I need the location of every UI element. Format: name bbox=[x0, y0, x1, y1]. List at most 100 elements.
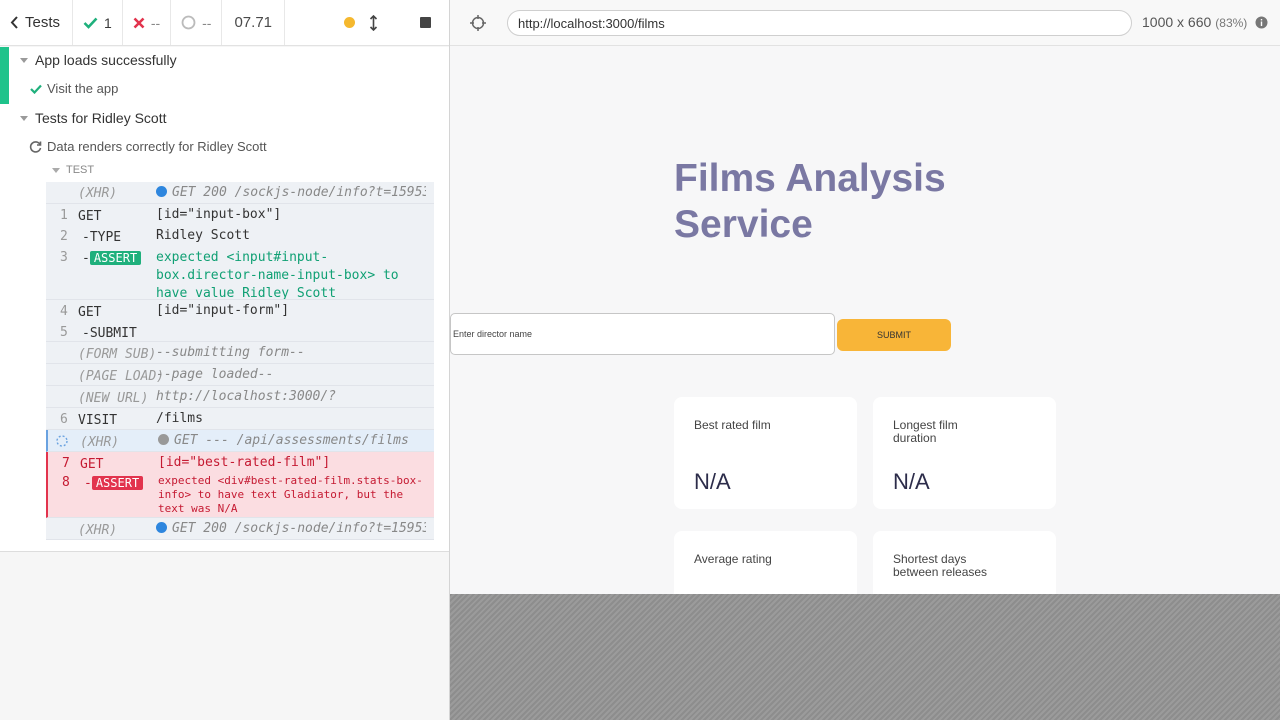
caret-down-icon bbox=[52, 167, 60, 173]
xhr-text: GET 200 /sockjs-node/info?t=159535… bbox=[172, 521, 426, 536]
command-row[interactable]: 8 - ASSERT expected <div#best-rated-film.… bbox=[48, 471, 434, 517]
command-number: 6 bbox=[60, 412, 68, 427]
command-row[interactable]: 4 GET [id="input-form"] bbox=[46, 300, 434, 321]
suite-pass-bar bbox=[0, 47, 9, 104]
stat-value: N/A bbox=[893, 469, 930, 494]
submit-button[interactable]: SUBMIT bbox=[837, 319, 951, 351]
command-number: 4 bbox=[60, 304, 68, 319]
stat-label: Shortest days between releases bbox=[893, 552, 988, 579]
command-row[interactable]: (FORM SUB) --submitting form-- bbox=[46, 342, 434, 364]
command-dash: - bbox=[82, 251, 90, 266]
command-number: 2 bbox=[60, 229, 68, 244]
command-name: (XHR) bbox=[78, 523, 118, 538]
command-row[interactable]: 7 GET [id="best-rated-film"] bbox=[48, 452, 434, 473]
reporter-panel: Tests 1 -- -- 07.71 App loads successful… bbox=[0, 0, 450, 720]
command-number: 1 bbox=[60, 208, 68, 223]
reporter-header: Tests 1 -- -- 07.71 bbox=[0, 0, 449, 46]
stat-card-shortest: Shortest days between releases bbox=[873, 531, 1056, 594]
pending-count: -- bbox=[202, 14, 212, 31]
command-row[interactable]: 2 -TYPE Ridley Scott bbox=[46, 225, 434, 246]
test-row[interactable]: Data renders correctly for Ridley Scott bbox=[29, 139, 267, 154]
command-name: -TYPE bbox=[82, 230, 122, 245]
command-number: 7 bbox=[62, 456, 70, 471]
suite-title-row[interactable]: Tests for Ridley Scott bbox=[20, 110, 167, 126]
test-title: Data renders correctly for Ridley Scott bbox=[47, 139, 267, 154]
command-log: (XHR) GET 200 /sockjs-node/info?t=159535… bbox=[46, 182, 434, 540]
command-message: --page loaded-- bbox=[156, 367, 274, 382]
running-indicator bbox=[344, 17, 355, 28]
command-row[interactable]: 6 VISIT /films bbox=[46, 408, 434, 430]
stat-card-average: Average rating bbox=[674, 531, 857, 594]
assert-text: expected bbox=[158, 474, 211, 487]
tests-button[interactable]: Tests bbox=[0, 0, 74, 45]
suite-title-row[interactable]: App loads successfully bbox=[20, 52, 177, 68]
app-iframe: Films Analysis Service SUBMIT Best rated… bbox=[450, 46, 1280, 594]
stat-label: Best rated film bbox=[694, 418, 771, 432]
refresh-icon bbox=[29, 141, 42, 153]
assert-value: N/A bbox=[217, 502, 238, 515]
test-section-header[interactable]: TEST bbox=[52, 164, 94, 176]
reporter-controls bbox=[285, 0, 449, 45]
command-message: [id="input-form"] bbox=[156, 303, 290, 318]
spinner-icon bbox=[181, 15, 196, 30]
command-name: (XHR) bbox=[80, 435, 120, 450]
info-icon[interactable] bbox=[1255, 16, 1268, 29]
reporter-body: App loads successfully Visit the app Tes… bbox=[0, 47, 449, 552]
command-name: VISIT bbox=[78, 413, 118, 428]
command-name: (PAGE LOAD) bbox=[78, 369, 165, 384]
suite-title: Tests for Ridley Scott bbox=[35, 110, 167, 126]
command-row[interactable]: (XHR) GET 200 /sockjs-node/info?t=159535… bbox=[46, 182, 434, 204]
test-row[interactable]: Visit the app bbox=[30, 81, 118, 96]
command-message: expected <div#best-rated-film.stats-box-… bbox=[158, 474, 426, 516]
command-name: (FORM SUB) bbox=[78, 347, 157, 362]
crosshair-icon[interactable] bbox=[470, 15, 486, 31]
pending-stat: -- bbox=[171, 0, 223, 45]
stop-icon[interactable] bbox=[420, 17, 431, 28]
caret-down-icon bbox=[20, 57, 28, 63]
aut-header: http://localhost:3000/films 1000 x 660 (8… bbox=[450, 0, 1280, 46]
command-message: GET 200 /sockjs-node/info?t=159535… bbox=[156, 185, 426, 200]
command-message: [id="best-rated-film"] bbox=[158, 455, 331, 470]
assert-value: Gladiator bbox=[283, 488, 344, 501]
command-name: - ASSERT bbox=[82, 251, 142, 266]
command-row[interactable]: 1 GET [id="input-box"] bbox=[46, 204, 434, 225]
command-message: Ridley Scott bbox=[156, 228, 250, 243]
command-name: (XHR) bbox=[78, 186, 118, 201]
suite-title: App loads successfully bbox=[35, 52, 177, 68]
url-bar[interactable]: http://localhost:3000/films bbox=[507, 10, 1132, 36]
updown-arrow-icon[interactable] bbox=[369, 14, 378, 31]
test-section-label: TEST bbox=[66, 164, 95, 176]
command-message: GET 200 /sockjs-node/info?t=159535… bbox=[156, 521, 426, 536]
viewport-size: 1000 x 660 bbox=[1142, 14, 1212, 30]
director-input[interactable] bbox=[450, 313, 835, 355]
tests-label: Tests bbox=[25, 14, 61, 31]
command-message: --submitting form-- bbox=[156, 345, 305, 360]
command-number: 8 bbox=[62, 475, 70, 490]
spinner-icon bbox=[56, 435, 68, 447]
command-row[interactable]: (NEW URL) http://localhost:3000/? bbox=[46, 386, 434, 408]
command-row[interactable]: (PAGE LOAD) --page loaded-- bbox=[46, 364, 434, 386]
command-message: expected <input#input-box.director-name-… bbox=[156, 249, 426, 303]
passed-count: 1 bbox=[104, 14, 112, 31]
failed-stat: -- bbox=[123, 0, 172, 45]
xhr-text: GET --- /api/assessments/films bbox=[174, 433, 409, 448]
assert-badge: ASSERT bbox=[91, 476, 144, 490]
command-number: 5 bbox=[60, 325, 68, 340]
command-row[interactable]: (XHR) GET 200 /sockjs-node/info?t=159535… bbox=[46, 518, 434, 540]
command-row[interactable]: (XHR) GET --- /api/assessments/films bbox=[46, 430, 434, 452]
viewport-info: 1000 x 660 (83%) bbox=[1142, 14, 1268, 30]
command-name: GET bbox=[78, 305, 102, 320]
command-row[interactable]: 5 -SUBMIT bbox=[46, 321, 434, 342]
command-name: GET bbox=[80, 457, 104, 472]
command-row[interactable]: 3 - ASSERT expected <input#input-box.dire… bbox=[46, 246, 434, 301]
stat-card-best-rated: Best rated film N/A bbox=[674, 397, 857, 509]
caret-down-icon bbox=[20, 115, 28, 121]
stat-value: N/A bbox=[694, 469, 731, 494]
command-group: 4 GET [id="input-form"] 5 -SUBMIT bbox=[46, 299, 434, 342]
command-dash: - bbox=[84, 476, 92, 491]
command-number: 3 bbox=[60, 250, 68, 265]
command-message: /films bbox=[156, 411, 203, 426]
command-message: [id="input-box"] bbox=[156, 207, 282, 222]
chevron-left-icon bbox=[10, 16, 18, 29]
status-dot-icon bbox=[156, 186, 167, 197]
